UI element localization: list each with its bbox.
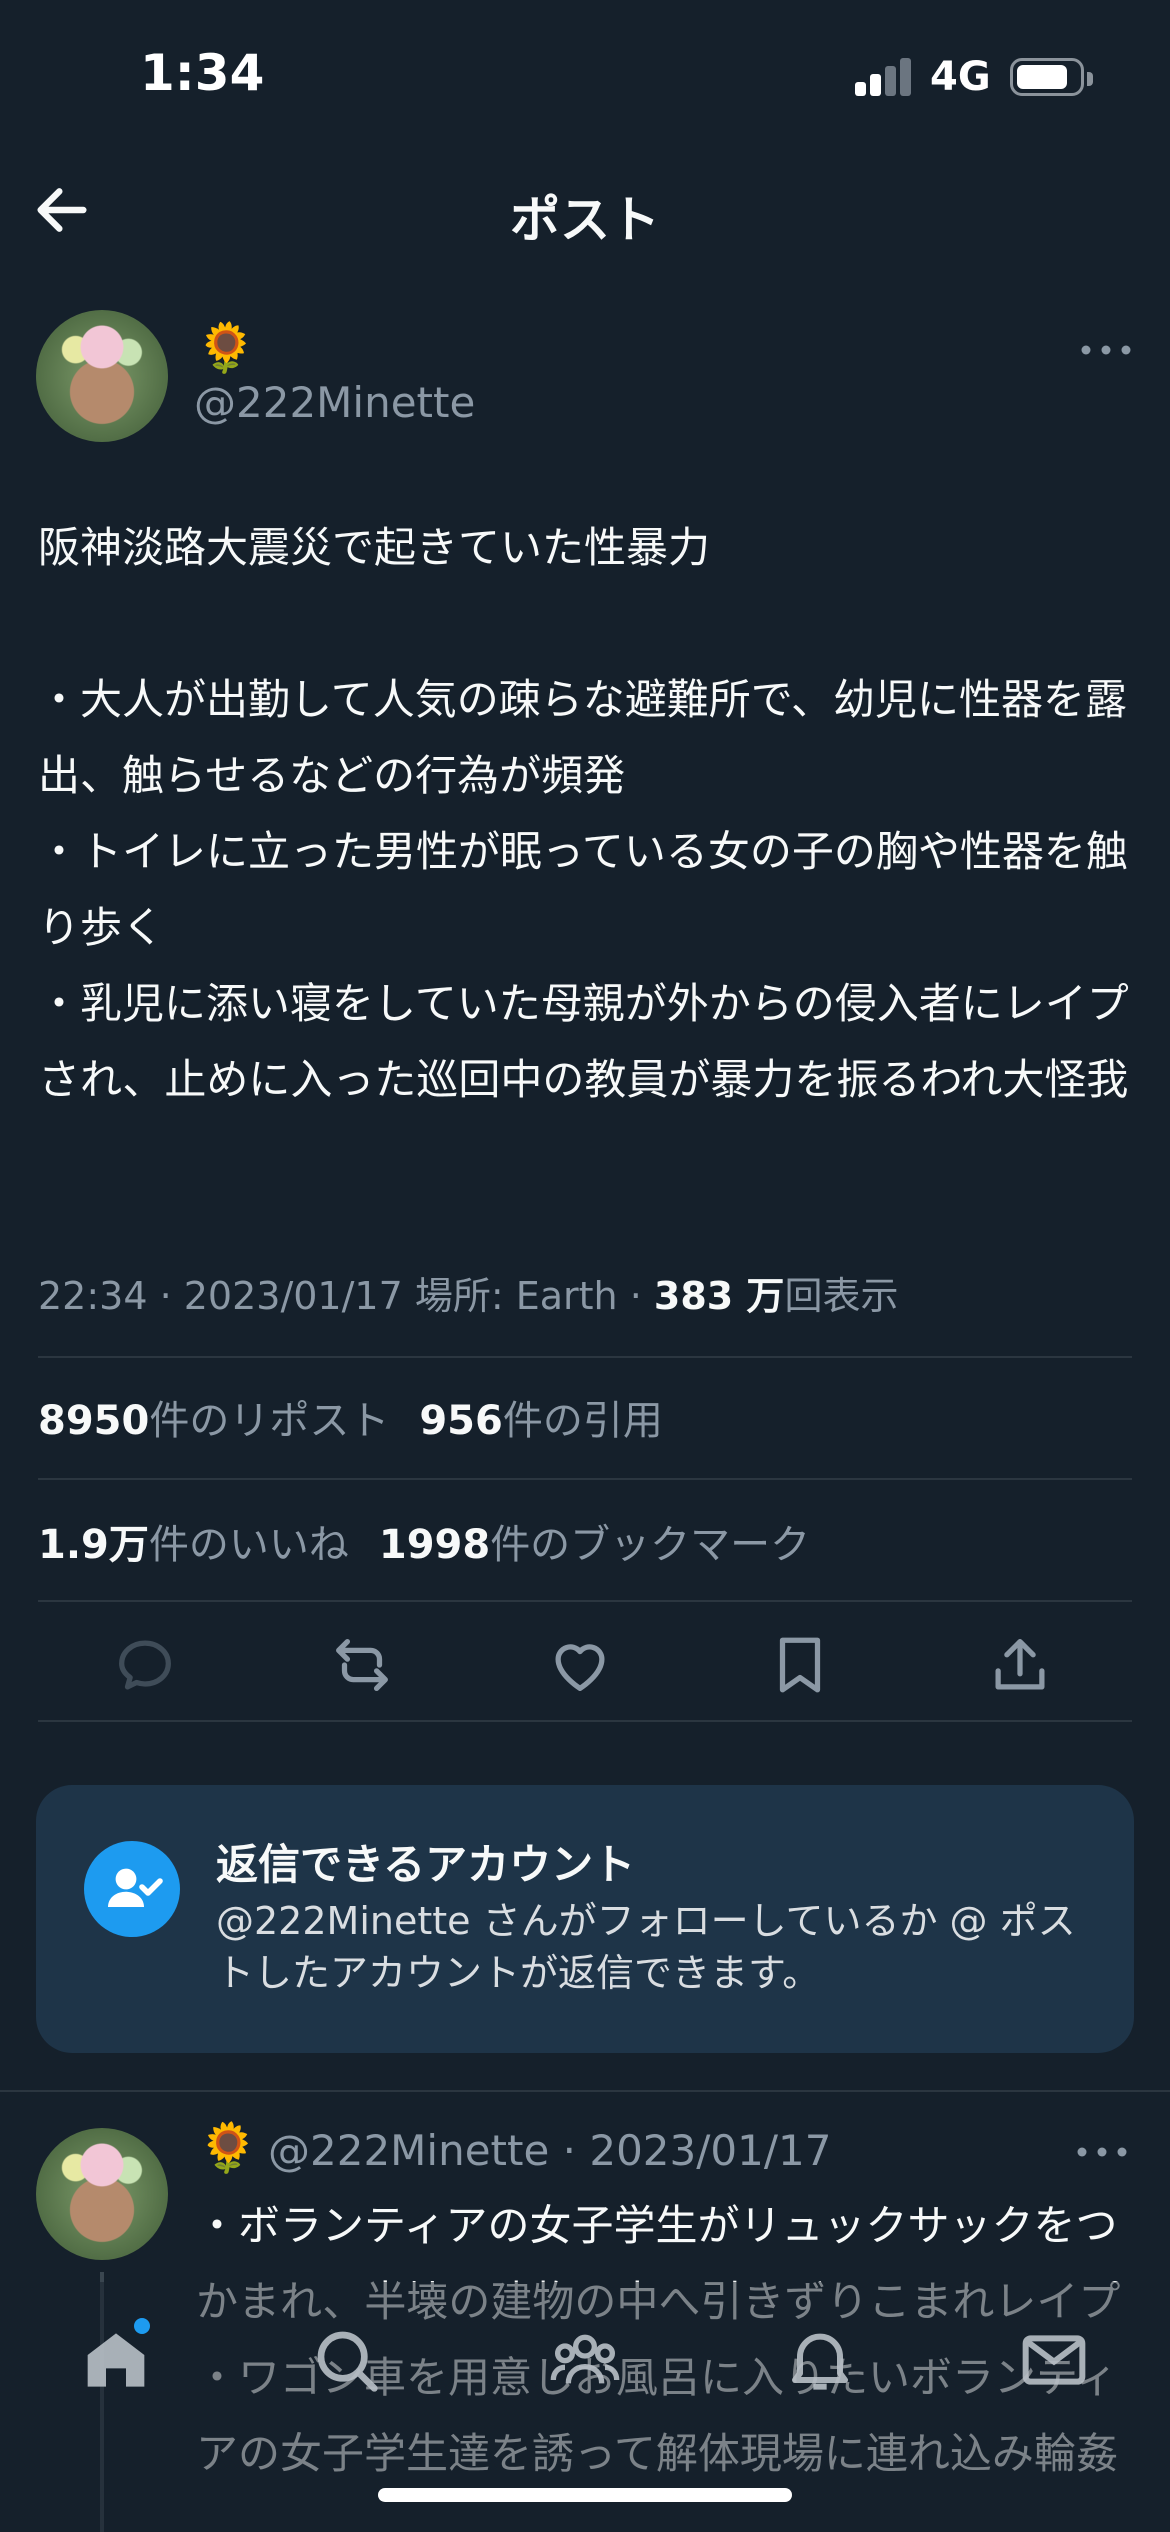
- search-icon[interactable]: [306, 2320, 386, 2400]
- status-bar: 1:34 4G: [0, 0, 1170, 150]
- reply-settings-card: 返信できるアカウント @222Minette さんがフォローしているか @ ポス…: [36, 1785, 1134, 2053]
- reposts-stat[interactable]: 8950件のリポスト: [38, 1388, 389, 1446]
- status-time: 1:34: [140, 44, 265, 102]
- avatar[interactable]: [36, 310, 168, 442]
- post-text: 阪神淡路大震災で起きていた性暴力 ・大人が出勤して人気の疎らな避難所で、幼児に性…: [38, 523, 1129, 1104]
- reply-handle-date[interactable]: @222Minette · 2023/01/17: [268, 2126, 831, 2175]
- bookmarks-stat[interactable]: 1998件のブックマーク: [379, 1512, 810, 1570]
- page-title: ポスト: [510, 191, 660, 249]
- stats-row-reposts: 8950件のリポスト 956件の引用: [38, 1388, 693, 1446]
- home-indicator[interactable]: [378, 2488, 792, 2502]
- stats-row-likes: 1.9万件のいいね 1998件のブックマーク: [38, 1512, 840, 1570]
- more-icon[interactable]: [1076, 340, 1136, 360]
- battery-icon: [1010, 58, 1093, 96]
- communities-icon[interactable]: [545, 2320, 625, 2400]
- view-count: 383 万: [653, 1274, 785, 1318]
- more-icon[interactable]: [1072, 2142, 1132, 2162]
- post-meta: 22:34 · 2023/01/17 場所: Earth · 383 万回表示: [38, 1265, 898, 1320]
- mail-icon[interactable]: [1014, 2320, 1094, 2400]
- likes-stat[interactable]: 1.9万件のいいね: [38, 1512, 349, 1570]
- divider: [38, 1600, 1132, 1602]
- bookmark-icon[interactable]: [765, 1630, 835, 1700]
- divider: [38, 1356, 1132, 1358]
- bell-icon[interactable]: [780, 2320, 860, 2400]
- share-icon[interactable]: [985, 1630, 1055, 1700]
- quotes-stat[interactable]: 956件の引用: [419, 1388, 663, 1446]
- reply-author-name[interactable]: 🌻: [198, 2120, 258, 2176]
- notification-dot: [134, 2318, 150, 2334]
- reply-icon[interactable]: [110, 1630, 180, 1700]
- reply-settings-title: 返信できるアカウント: [216, 1840, 636, 1889]
- signal-icon: [855, 58, 911, 96]
- like-icon[interactable]: [545, 1630, 615, 1700]
- nav-bar: ポスト: [0, 150, 1170, 270]
- reply-settings-description: @222Minette さんがフォローしているか @ ポストしたアカウントが返信…: [216, 1899, 1076, 1995]
- post-header: 🌻 @222Minette: [36, 310, 1136, 450]
- action-bar: [0, 1610, 1170, 1730]
- reply-settings-icon: [84, 1841, 180, 1937]
- author-name[interactable]: 🌻: [196, 320, 256, 376]
- divider: [38, 1478, 1132, 1480]
- repost-icon[interactable]: [327, 1630, 397, 1700]
- post-time: 22:34 · 2023/01/17 場所: Earth ·: [38, 1274, 654, 1318]
- network-label: 4G: [930, 54, 991, 100]
- author-handle[interactable]: @222Minette: [194, 378, 475, 427]
- reply-avatar[interactable]: [36, 2128, 168, 2260]
- view-label: 回表示: [784, 1274, 899, 1318]
- divider: [38, 1720, 1132, 1722]
